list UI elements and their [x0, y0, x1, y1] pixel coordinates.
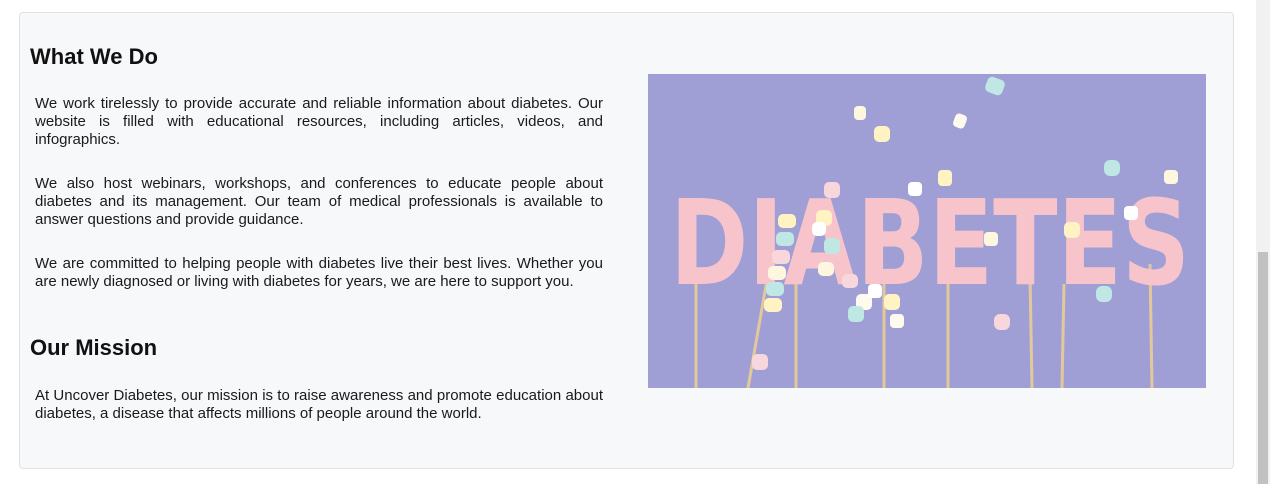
what-we-do-paragraph-3: We are committed to helping people with …	[35, 255, 603, 290]
our-mission-paragraph: At Uncover Diabetes, our mission is to r…	[35, 387, 603, 422]
scrollbar-thumb[interactable]	[1258, 252, 1268, 484]
page-scrollbar[interactable]	[1256, 0, 1270, 484]
what-we-do-paragraph-1: We work tirelessly to provide accurate a…	[35, 95, 603, 148]
diabetes-word: DIABETES	[670, 174, 1190, 312]
our-mission-heading: Our Mission	[30, 335, 158, 360]
what-we-do-heading: What We Do	[30, 44, 158, 69]
what-we-do-paragraph-2: We also host webinars, workshops, and co…	[35, 175, 603, 228]
page: What We Do We work tirelessly to provide…	[0, 0, 1270, 484]
content-card: What We Do We work tirelessly to provide…	[19, 12, 1234, 469]
diabetes-hero-image: DIABETES	[648, 74, 1206, 388]
